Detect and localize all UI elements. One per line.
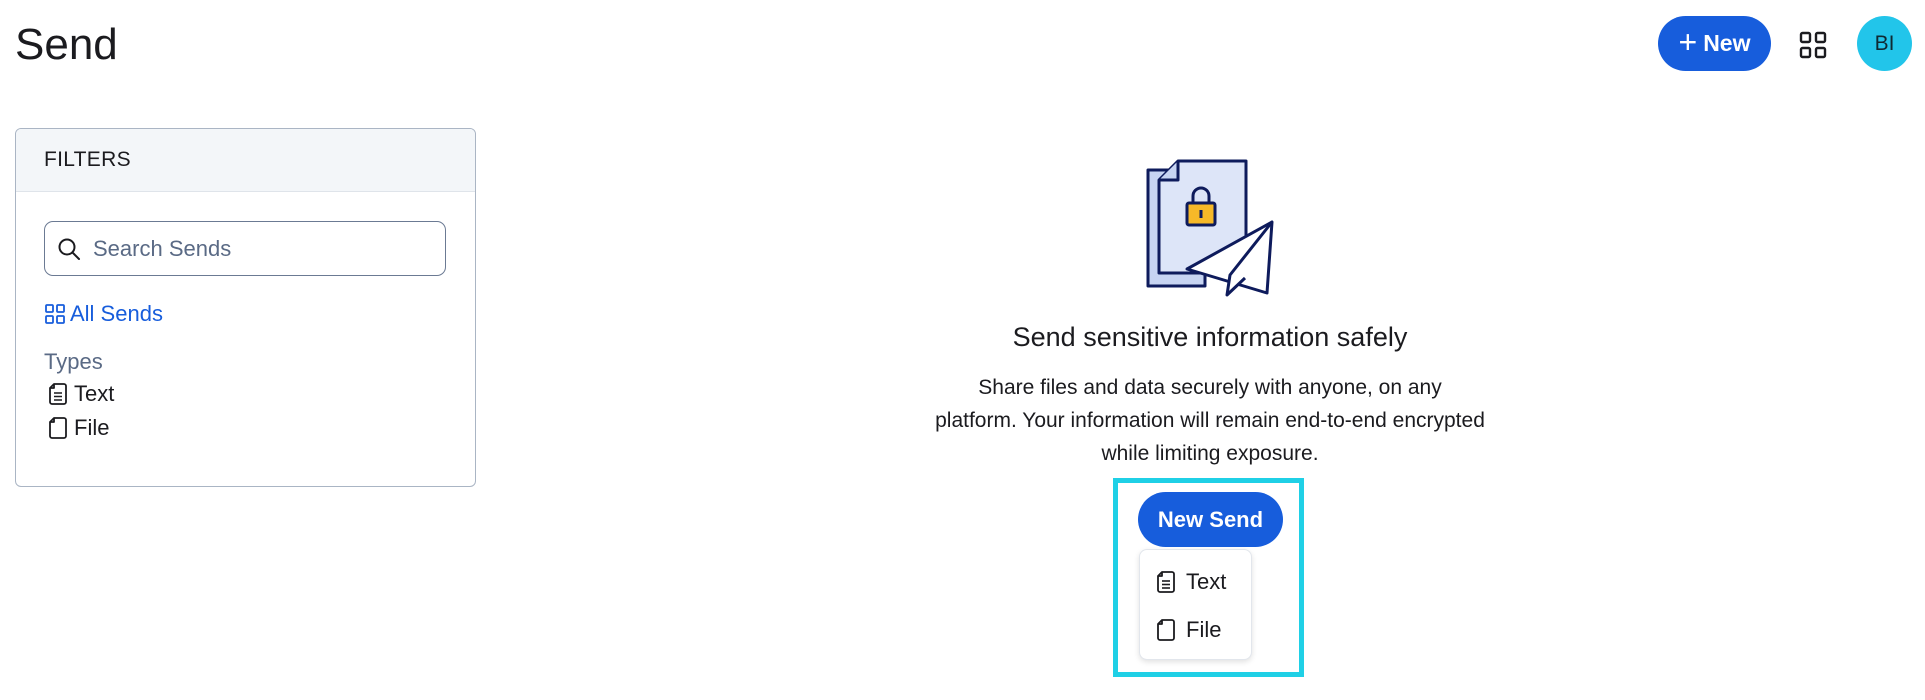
plus-icon: +: [1678, 24, 1698, 60]
filter-type-text[interactable]: Text: [48, 381, 114, 407]
page-title: Send: [15, 20, 118, 69]
search-field[interactable]: [44, 221, 446, 276]
new-send-menu: Text File: [1139, 549, 1252, 660]
filters-title: FILTERS: [16, 129, 475, 192]
search-input[interactable]: [93, 235, 413, 262]
secure-send-illustration: [1146, 159, 1274, 297]
search-icon: [58, 238, 80, 260]
all-sends-label: All Sends: [70, 301, 163, 326]
avatar[interactable]: BI: [1857, 16, 1912, 71]
text-file-icon: [49, 383, 67, 405]
types-heading: Types: [44, 349, 103, 374]
menu-item-text-label: Text: [1186, 569, 1227, 594]
new-button[interactable]: + New: [1658, 16, 1771, 71]
menu-item-file-label: File: [1186, 617, 1222, 642]
file-icon: [49, 417, 67, 439]
menu-item-file[interactable]: File: [1140, 606, 1251, 654]
new-send-button[interactable]: New Send: [1138, 492, 1283, 547]
filter-type-file[interactable]: File: [48, 415, 109, 441]
menu-item-text[interactable]: Text: [1140, 558, 1251, 606]
filter-type-text-label: Text: [74, 381, 115, 406]
text-file-icon: [1157, 571, 1175, 593]
grid-icon: [45, 304, 65, 324]
send-page: Send + New BI FILTERS All Sends: [0, 0, 1925, 700]
filter-type-file-label: File: [74, 415, 110, 440]
grid-icon[interactable]: [1798, 30, 1828, 60]
empty-state-description: Share files and data securely with anyon…: [935, 376, 1485, 465]
empty-state-title: Send sensitive information safely: [1012, 322, 1408, 352]
new-button-label: New: [1703, 30, 1751, 56]
file-icon: [1157, 619, 1175, 641]
filters-panel: FILTERS All Sends Types: [15, 128, 476, 487]
all-sends-link[interactable]: All Sends: [44, 301, 163, 327]
